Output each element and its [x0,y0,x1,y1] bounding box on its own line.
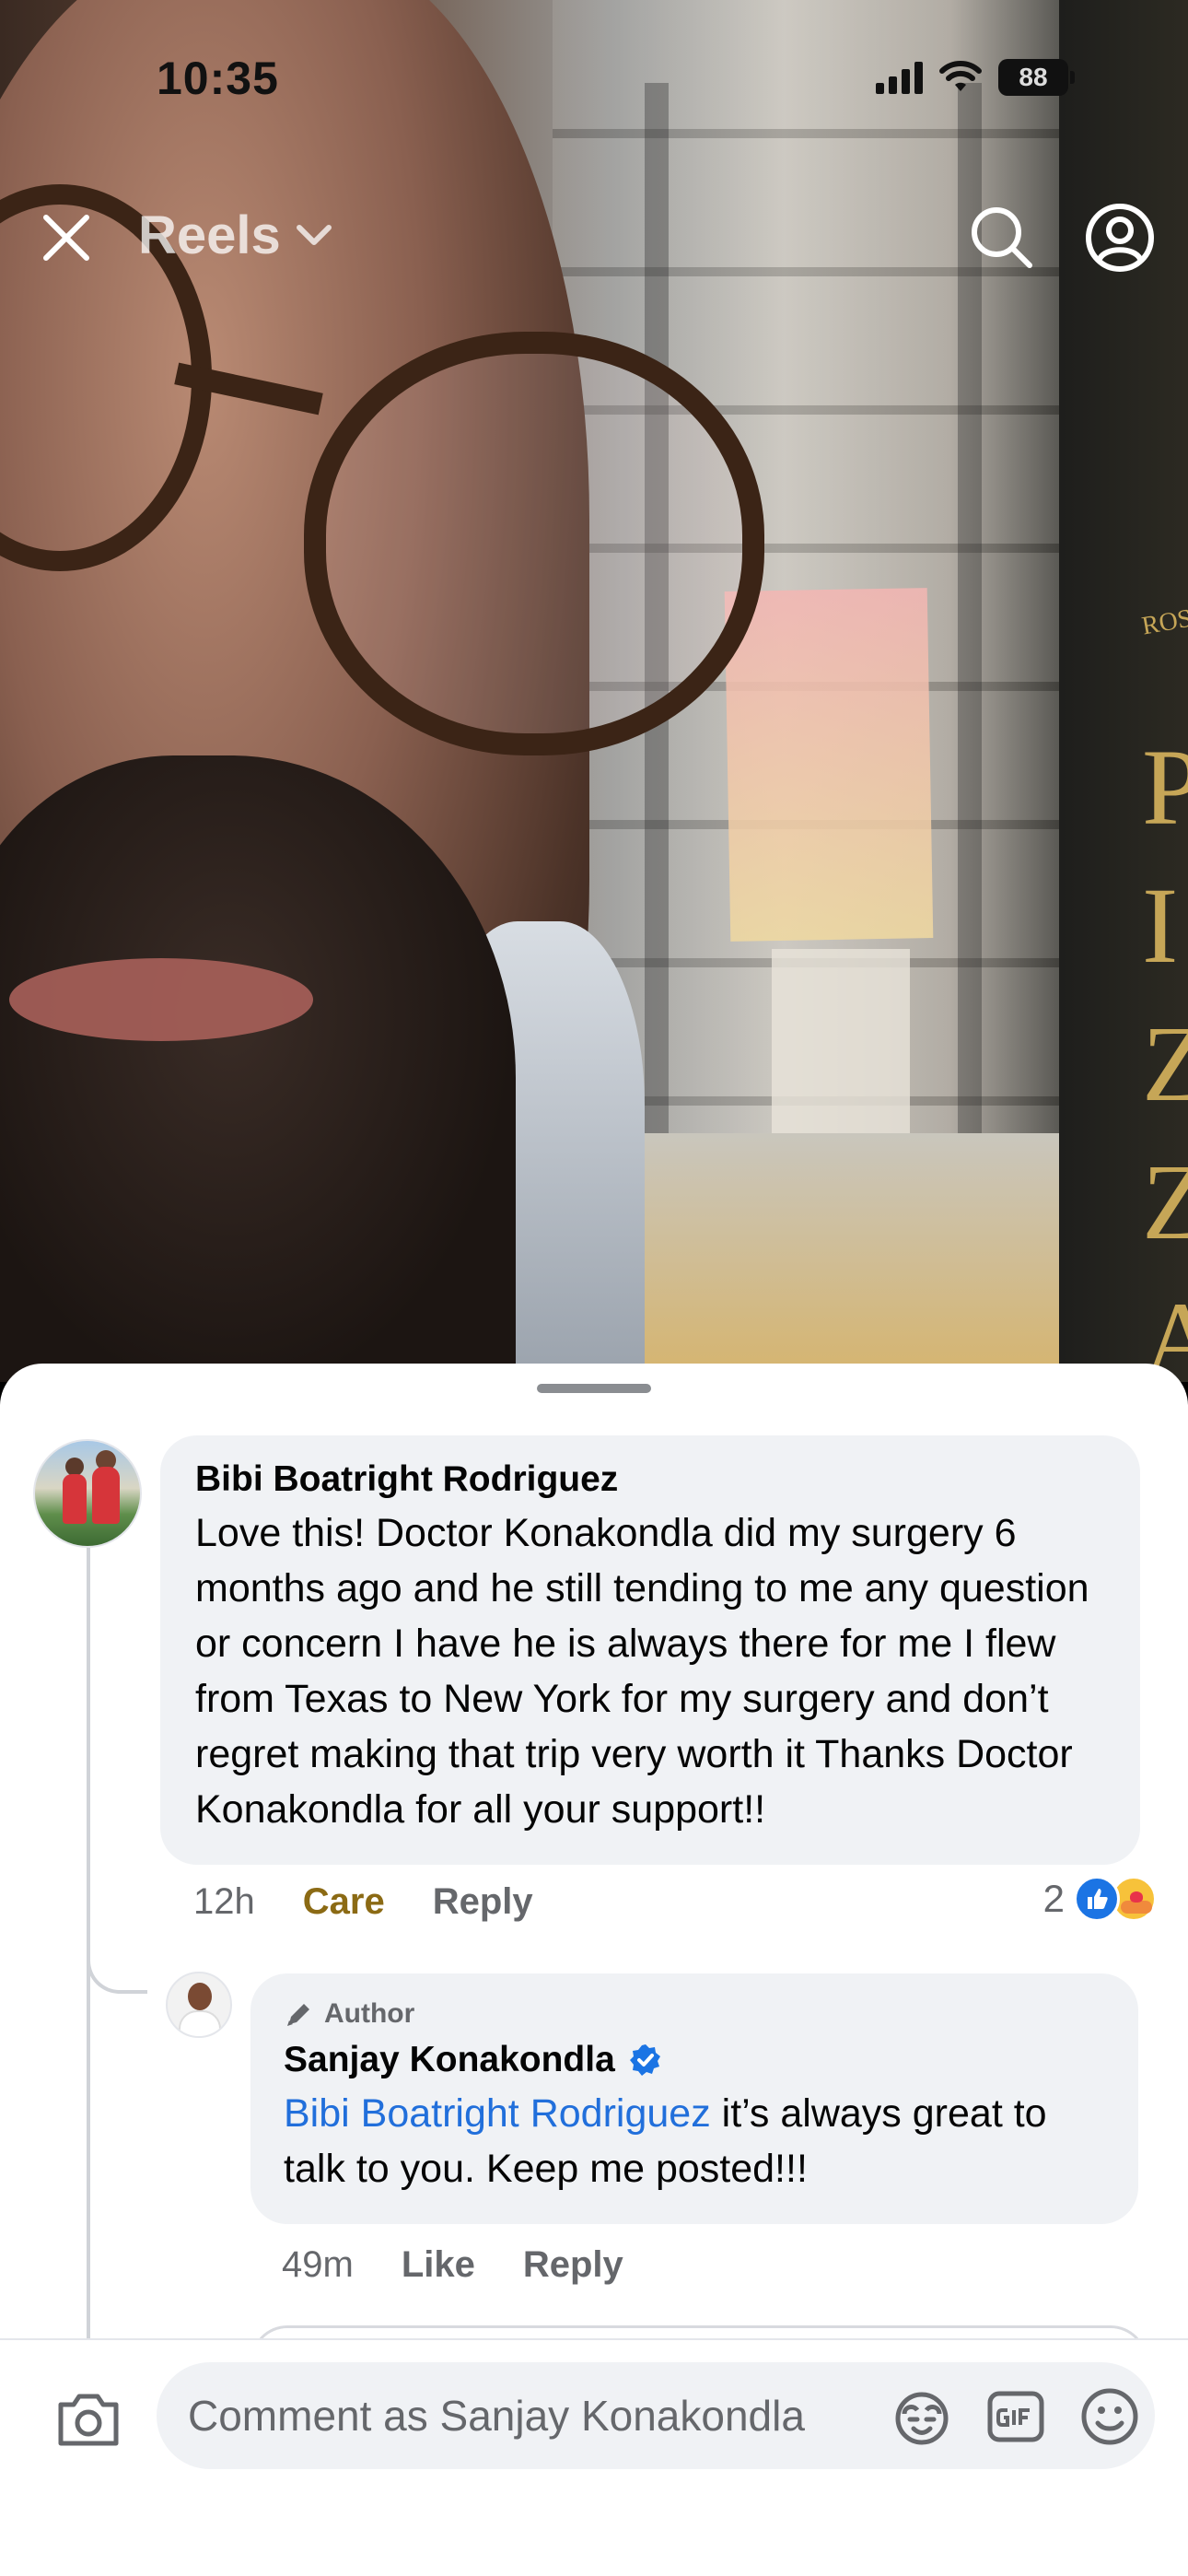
reaction-summary[interactable]: 2 [1043,1876,1157,1922]
close-button[interactable] [35,206,98,269]
verified-badge-icon [629,2044,660,2076]
reply-button[interactable]: Reply [523,2244,623,2286]
comment-time: 12h [193,1881,255,1922]
status-icons: 88 [876,59,1075,96]
shop-counter [571,1133,1068,1382]
reels-title: Reels [138,205,281,265]
comment-text: Love this! Doctor Konakondla did my surg… [195,1511,1089,1832]
camera-button[interactable] [53,2384,123,2454]
comment-input-placeholder: Comment as Sanjay Konakondla [188,2392,805,2440]
avatar[interactable] [33,1439,142,1548]
shop-menu-card [772,949,910,1142]
reply-actions: 49m Like Reply [282,2244,623,2286]
search-button[interactable] [965,201,1039,275]
wifi-icon [939,61,982,91]
reply-text: Bibi Boatright Rodriguez it’s always gre… [284,2086,1105,2196]
store-sign-letter: P [1142,727,1188,848]
composer-actions [891,2386,1140,2447]
reels-dropdown[interactable]: Reels [138,205,332,266]
chevron-down-icon [296,224,332,245]
battery-icon: 88 [998,59,1075,96]
reply-time: 49m [282,2244,354,2285]
comment-bubble[interactable]: Bibi Boatright Rodriguez Love this! Doct… [160,1435,1140,1865]
comment-composer: Comment as Sanjay Konakondla [0,2338,1188,2576]
search-icon [972,207,1032,268]
like-button[interactable]: Like [402,2244,475,2286]
thread-connector [87,1898,147,1994]
reply-bubble[interactable]: Author Sanjay Konakondla Bibi Boatright … [250,1973,1138,2224]
store-sign-letters: P I Z Z A [1142,719,1188,1382]
shop-poster [724,588,934,942]
care-button[interactable]: Care [303,1881,385,1923]
like-reaction-icon [1074,1876,1120,1922]
reply-button[interactable]: Reply [433,1881,533,1923]
close-icon [43,215,89,261]
avatar[interactable] [166,1972,232,2038]
store-sign-small-text: ROS [1139,603,1188,641]
status-time: 10:35 [157,53,279,104]
store-sign-letter: Z [1142,1003,1188,1124]
glasses-right-lens [304,332,764,755]
sheet-drag-handle[interactable] [537,1384,651,1393]
emoji-icon[interactable] [1079,2386,1140,2447]
author-badge-label: Author [324,1998,415,2029]
camera-icon [58,2394,119,2446]
mention-link[interactable]: Bibi Boatright Rodriguez [284,2091,711,2136]
store-sign-letter: I [1142,865,1179,986]
store-sign-letter: Z [1142,1142,1188,1262]
cellular-signal-icon [876,61,923,94]
comment-author[interactable]: Bibi Boatright Rodriguez [195,1458,1105,1502]
profile-icon [1086,204,1154,272]
pencil-icon [287,2004,309,2026]
avatar-sticker-icon[interactable] [891,2386,952,2447]
reply-author[interactable]: Sanjay Konakondla [284,2038,615,2082]
profile-button[interactable] [1083,201,1157,275]
reaction-count: 2 [1042,1877,1065,1920]
gif-icon[interactable] [985,2386,1046,2447]
comment-actions: 12h Care Reply [193,1881,533,1923]
author-badge: Author [284,1996,1105,2032]
person-lip [9,958,313,1041]
